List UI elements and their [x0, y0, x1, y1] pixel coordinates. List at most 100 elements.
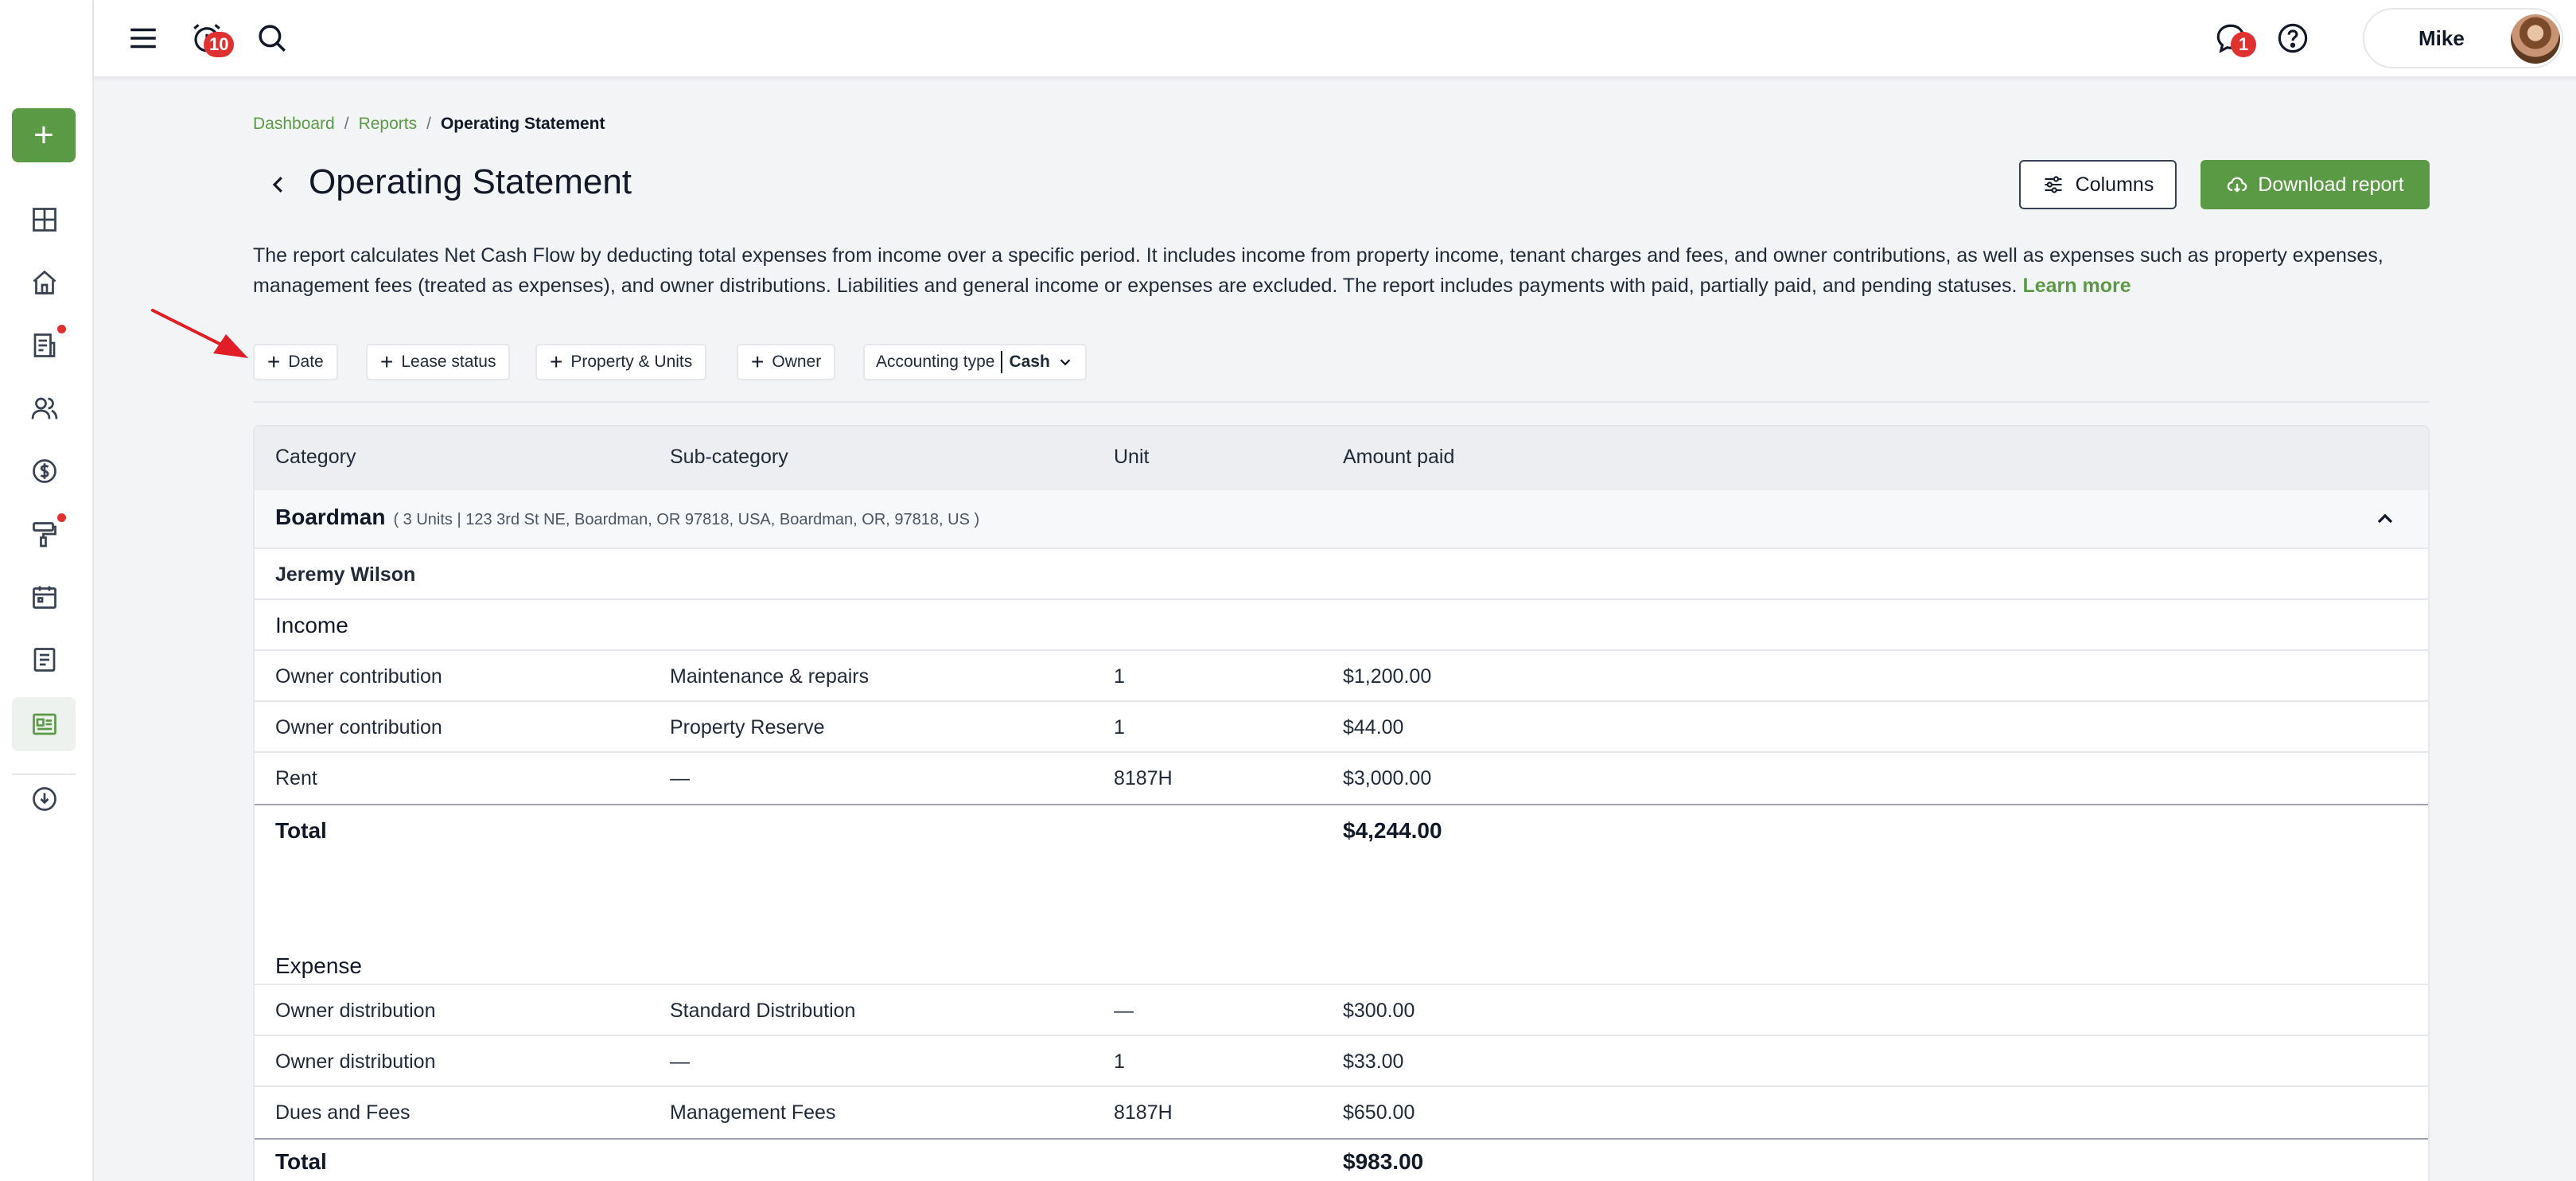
- column-header-sub-category: Sub-category: [670, 446, 788, 468]
- sub-category-cell: —: [670, 767, 690, 789]
- accounting-type-label: Accounting type: [876, 353, 995, 371]
- amount-cell: $1,200.00: [1343, 665, 1432, 688]
- sidebar-item-dashboard[interactable]: [24, 199, 65, 240]
- home-icon: [33, 270, 56, 294]
- filter-date-label: Date: [288, 353, 324, 371]
- sliders-icon: [2045, 176, 2062, 193]
- table-header: Category Sub-category Unit Amount paid: [255, 427, 2428, 490]
- user-menu[interactable]: Mike: [2363, 8, 2563, 68]
- breadcrumb-reports[interactable]: Reports: [359, 115, 418, 134]
- filter-date[interactable]: + Date: [253, 344, 338, 380]
- messages-button[interactable]: 1: [2210, 18, 2256, 59]
- unit-cell: 1: [1114, 665, 1125, 688]
- breadcrumb-dashboard[interactable]: Dashboard: [253, 115, 335, 134]
- sidebar-item-calendar[interactable]: [24, 576, 65, 618]
- topbar: 10 1 Mike: [94, 0, 2576, 78]
- columns-label: Columns: [2075, 173, 2154, 196]
- category-cell: Owner distribution: [275, 1050, 436, 1073]
- breadcrumb-separator: /: [344, 115, 349, 133]
- people-icon: [31, 397, 58, 419]
- learn-more-link[interactable]: Learn more: [2022, 275, 2130, 297]
- expense-total-label: Total: [275, 1149, 327, 1174]
- property-group-row[interactable]: Boardman ( 3 Units | 123 3rd St NE, Board…: [255, 490, 2428, 549]
- amount-cell: $300.00: [1343, 1000, 1415, 1022]
- unit-cell: —: [1114, 1000, 1134, 1022]
- plus-icon: +: [33, 115, 54, 154]
- sub-category-cell: Property Reserve: [670, 716, 825, 739]
- menu-icon: [130, 28, 156, 49]
- chevron-left-icon: [272, 177, 282, 193]
- amount-cell: $33.00: [1343, 1050, 1404, 1073]
- sub-category-cell: Management Fees: [670, 1101, 836, 1124]
- expense-section-title: Expense: [275, 953, 362, 978]
- chevron-up-icon[interactable]: [2372, 506, 2398, 532]
- expense-section-row: Expense: [255, 934, 2428, 985]
- sidebar-item-maintenance[interactable]: [24, 513, 66, 555]
- calendar-icon: [33, 586, 56, 609]
- sidebar-item-documents[interactable]: [24, 639, 65, 680]
- annotation-arrow-icon: [151, 309, 248, 358]
- category-cell: Dues and Fees: [275, 1101, 411, 1124]
- notifications-button[interactable]: 10: [186, 18, 235, 59]
- cloud-download-icon: [2228, 177, 2247, 193]
- back-button[interactable]: [263, 169, 294, 201]
- plus-icon: +: [267, 349, 281, 374]
- unit-cell: 8187H: [1114, 1101, 1173, 1124]
- expense-total-row: Total $983.00: [255, 1140, 2428, 1181]
- filter-property-units-label: Property & Units: [570, 353, 693, 371]
- column-header-amount-paid: Amount paid: [1343, 446, 1455, 468]
- sidebar-item-people[interactable]: [24, 388, 65, 429]
- accounting-type-select[interactable]: Accounting type Cash: [863, 344, 1087, 380]
- property-name-cell: Boardman ( 3 Units | 123 3rd St NE, Board…: [275, 505, 979, 530]
- expense-total-value: $983.00: [1343, 1149, 1424, 1174]
- sidebar-item-reports[interactable]: [24, 704, 65, 745]
- cloud-download-icon: [33, 787, 56, 811]
- sidebar-item-downloads[interactable]: [24, 778, 65, 820]
- owner-name: Jeremy Wilson: [275, 563, 416, 586]
- sidebar-divider: [12, 774, 76, 775]
- menu-button[interactable]: [123, 18, 164, 59]
- category-cell: Owner contribution: [275, 716, 442, 739]
- sidebar-item-leases[interactable]: [24, 325, 66, 366]
- property-name: Boardman: [275, 505, 386, 529]
- filters-divider: [253, 401, 2430, 403]
- filter-lease-status[interactable]: + Lease status: [366, 344, 511, 380]
- unit-cell: 8187H: [1114, 767, 1173, 789]
- table-row: Owner distribution Standard Distribution…: [255, 985, 2428, 1036]
- sub-category-cell: Standard Distribution: [670, 1000, 856, 1022]
- columns-button[interactable]: Columns: [2019, 160, 2177, 209]
- filter-property-units[interactable]: + Property & Units: [535, 344, 707, 380]
- chevron-down-icon: [1060, 359, 1071, 366]
- search-icon: [259, 25, 286, 52]
- avatar: [2511, 14, 2560, 64]
- breadcrumb: Dashboard / Reports / Operating Statemen…: [253, 115, 605, 134]
- breadcrumb-separator: /: [426, 115, 431, 133]
- document-icon: [33, 648, 56, 672]
- table-row: Owner contribution Property Reserve 1 $4…: [255, 702, 2428, 753]
- table-row: Owner contribution Maintenance & repairs…: [255, 651, 2428, 702]
- breadcrumb-current: Operating Statement: [440, 115, 605, 133]
- income-total-value: $4,244.00: [1343, 818, 1442, 843]
- maintenance-icon: [33, 522, 56, 548]
- reports-icon: [33, 713, 56, 735]
- leases-icon: [33, 333, 56, 357]
- unit-cell: 1: [1114, 1050, 1125, 1073]
- table-row: Dues and Fees Management Fees 8187H $650…: [255, 1087, 2428, 1140]
- report-table: Category Sub-category Unit Amount paid B…: [253, 425, 2430, 1181]
- accounting-type-divider: [1001, 351, 1003, 373]
- dashboard-icon: [33, 208, 56, 232]
- sidebar-item-properties[interactable]: [24, 262, 65, 303]
- search-button[interactable]: [251, 18, 293, 59]
- download-report-button[interactable]: Download report: [2200, 160, 2430, 209]
- plus-icon: +: [380, 349, 394, 374]
- download-label: Download report: [2258, 173, 2404, 196]
- amount-cell: $44.00: [1343, 716, 1404, 739]
- notifications-badge: 10: [204, 32, 235, 57]
- income-section-row: Income: [255, 600, 2428, 651]
- filter-owner[interactable]: + Owner: [737, 344, 836, 380]
- help-button[interactable]: [2272, 18, 2313, 59]
- income-total-row: Total $4,244.00: [255, 805, 2428, 856]
- add-new-button[interactable]: +: [12, 108, 76, 162]
- sidebar-item-accounting[interactable]: [24, 450, 65, 492]
- income-section-title: Income: [275, 613, 348, 637]
